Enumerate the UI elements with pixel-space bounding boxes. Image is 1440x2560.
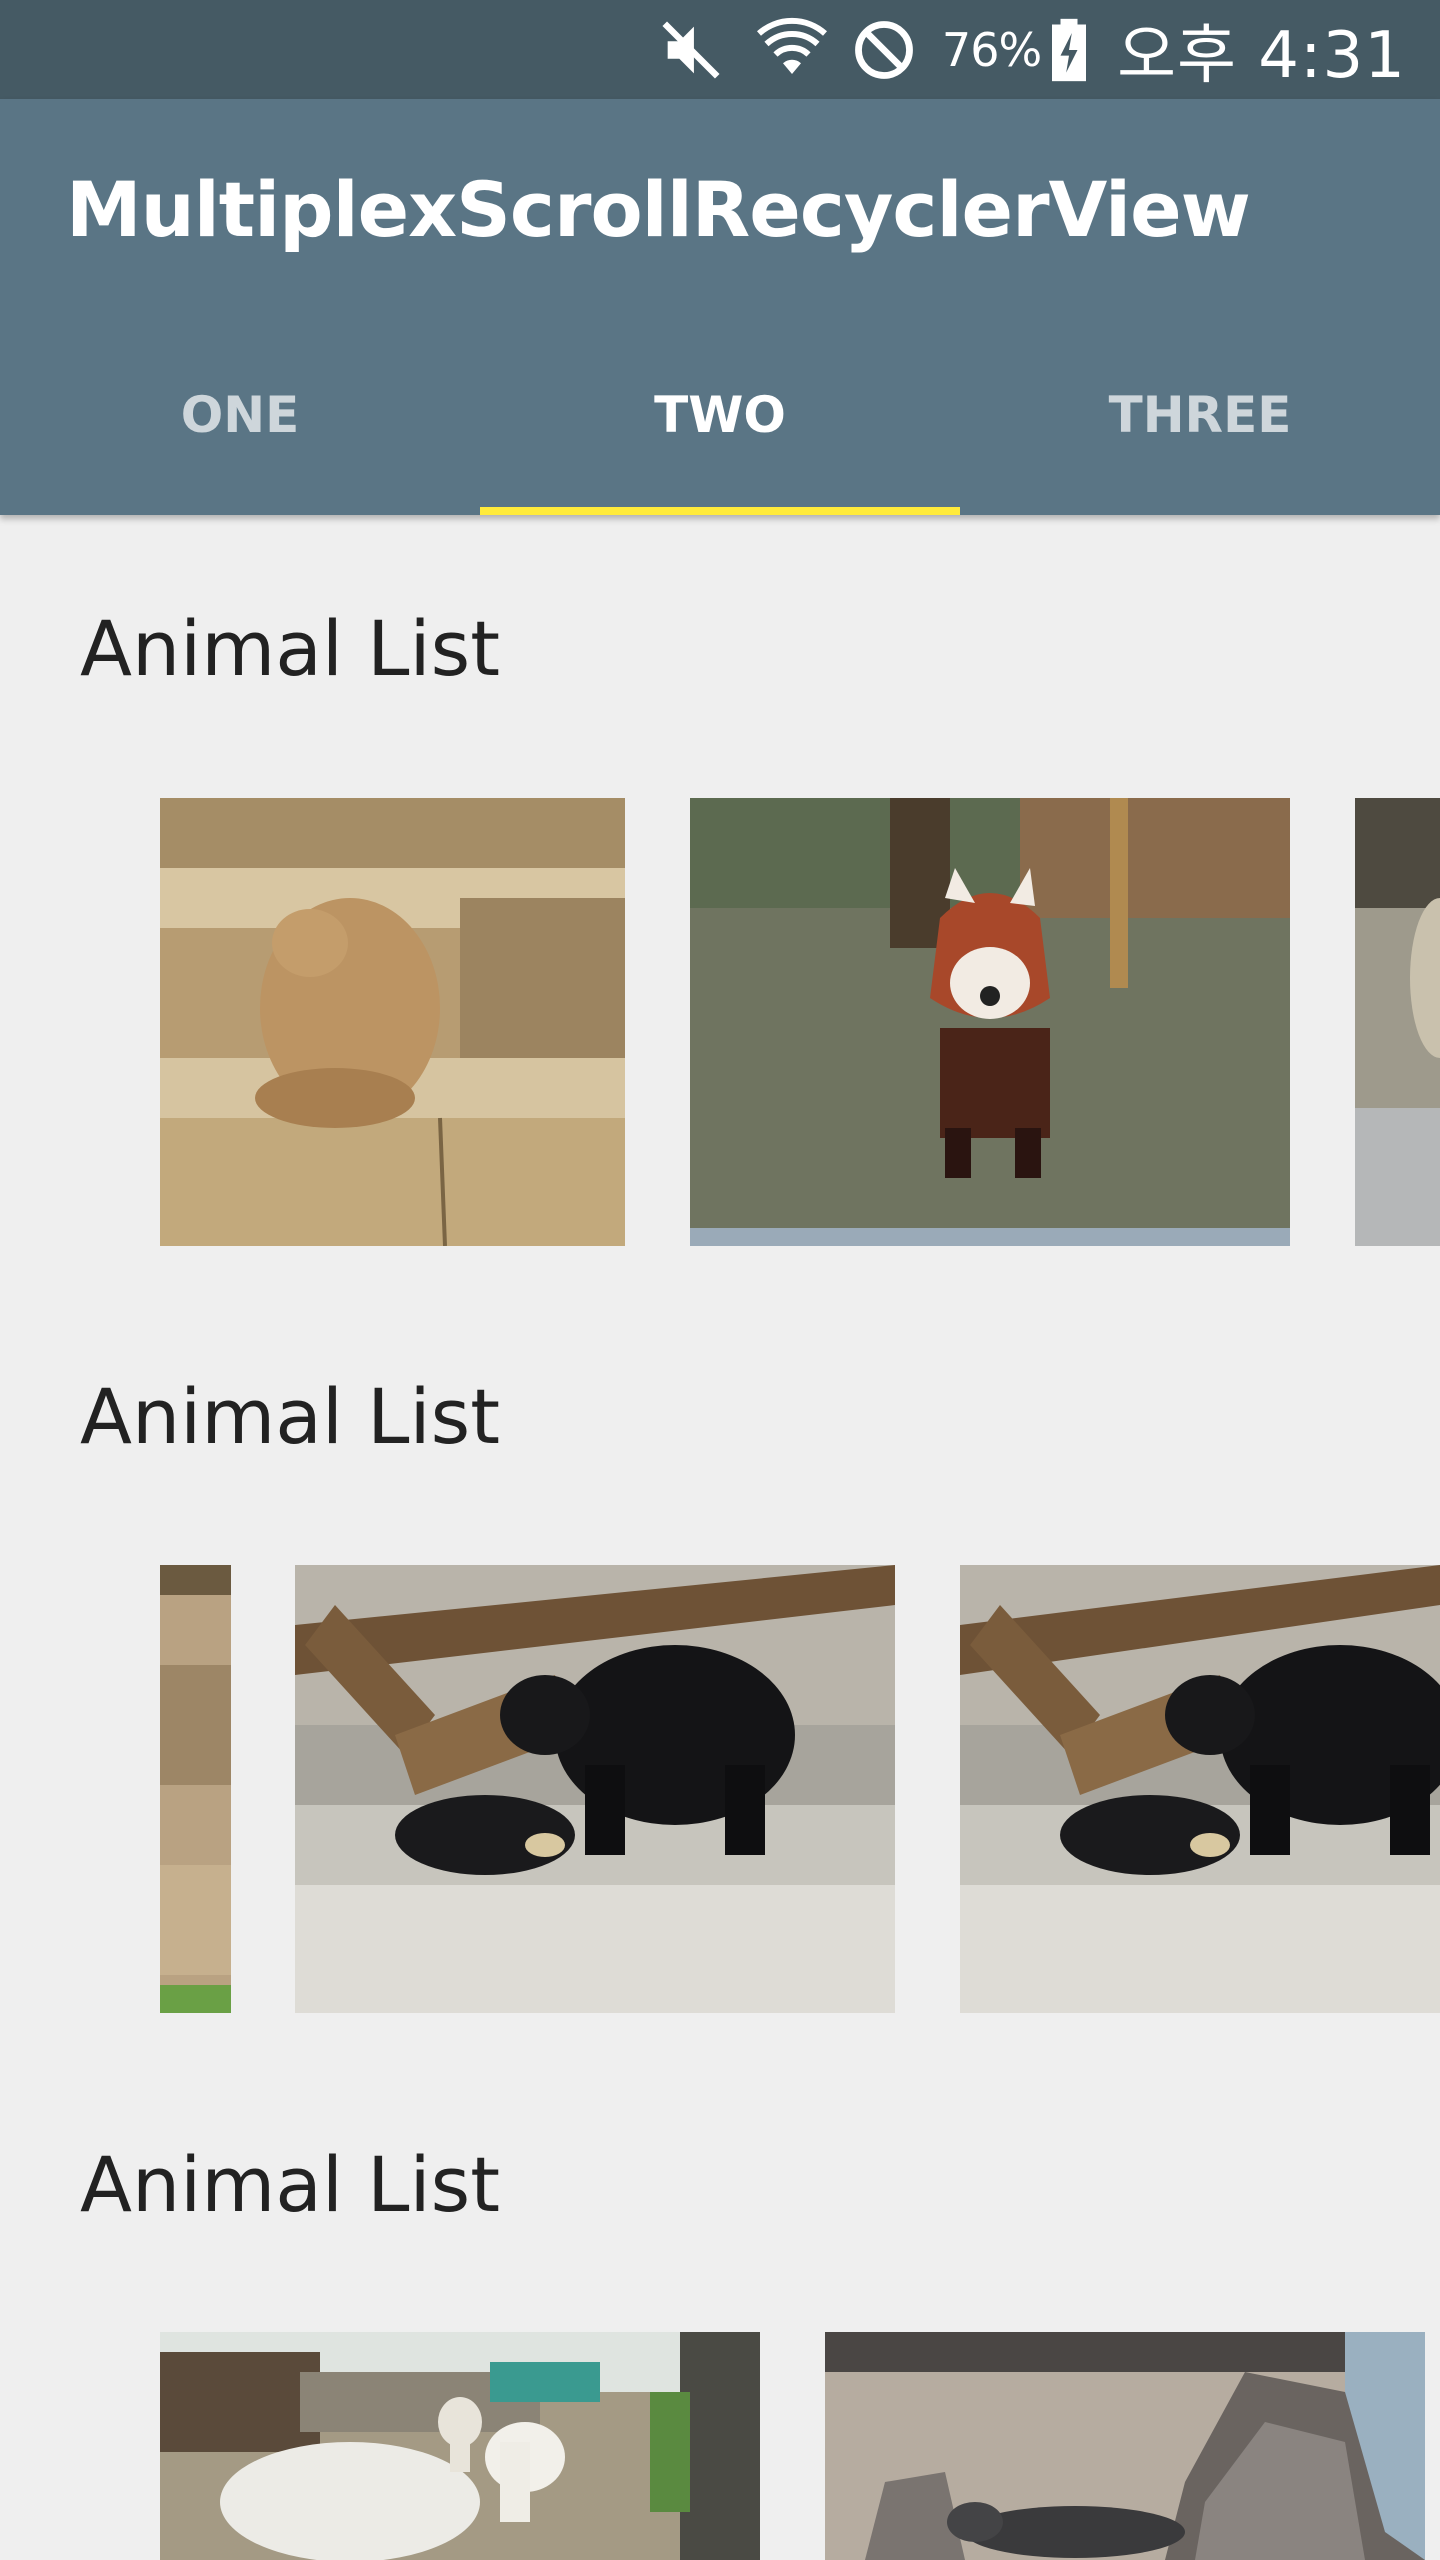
section-title: Animal List xyxy=(80,2140,501,2229)
tab-label: THREE xyxy=(1108,386,1292,444)
section-title: Animal List xyxy=(80,1372,501,1461)
black-bears-photo[interactable] xyxy=(960,1565,1440,2013)
tab-two[interactable]: TWO xyxy=(480,315,960,515)
status-bar: 76% 오후 4:31 xyxy=(0,0,1440,99)
brown-bear-photo[interactable] xyxy=(160,798,625,1246)
black-bears-photo[interactable] xyxy=(295,1565,895,2013)
tab-label: ONE xyxy=(180,386,300,444)
tab-one[interactable]: ONE xyxy=(0,315,480,515)
battery-percent: 76% xyxy=(941,22,1042,77)
battery-charging-icon xyxy=(1047,16,1091,84)
tab-three[interactable]: THREE xyxy=(960,315,1440,515)
red-panda-photo[interactable] xyxy=(690,798,1290,1246)
page-title: MultiplexScrollRecyclerView xyxy=(66,165,1251,254)
tab-label: TWO xyxy=(654,386,786,444)
clock: 오후 4:31 xyxy=(1117,18,1406,93)
section-title: Animal List xyxy=(80,604,501,693)
partial-rock-photo[interactable] xyxy=(160,1565,231,2013)
mute-icon xyxy=(656,15,726,85)
tab-bar: ONE TWO THREE xyxy=(0,386,1440,515)
partial-animal-photo[interactable] xyxy=(1355,798,1440,1246)
seals-photo[interactable] xyxy=(825,2332,1425,2560)
llamas-photo[interactable] xyxy=(160,2332,760,2560)
do-not-disturb-icon xyxy=(850,16,918,84)
app-bar: MultiplexScrollRecyclerView ONE TWO THRE… xyxy=(0,99,1440,515)
tab-indicator xyxy=(480,507,960,515)
wifi-icon xyxy=(756,14,828,86)
